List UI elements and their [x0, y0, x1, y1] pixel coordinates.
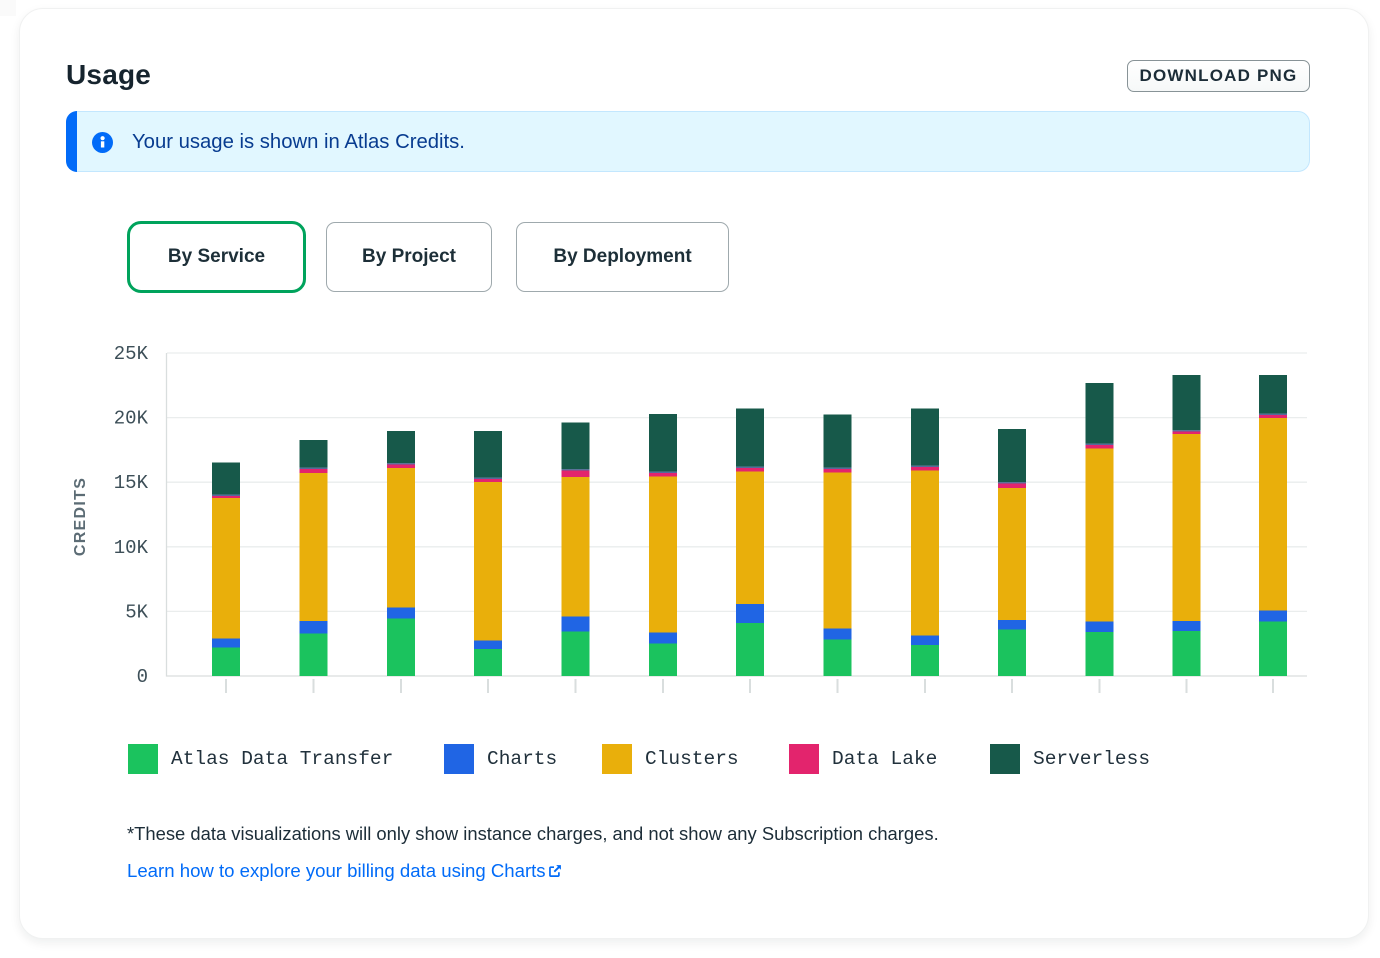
svg-text:15K: 15K [114, 472, 149, 494]
svg-text:0: 0 [137, 666, 148, 688]
svg-text:20K: 20K [114, 408, 149, 430]
svg-text:5K: 5K [125, 601, 148, 623]
svg-text:CREDITS: CREDITS [72, 477, 89, 556]
svg-text:10K: 10K [114, 537, 149, 559]
svg-text:25K: 25K [114, 343, 149, 365]
